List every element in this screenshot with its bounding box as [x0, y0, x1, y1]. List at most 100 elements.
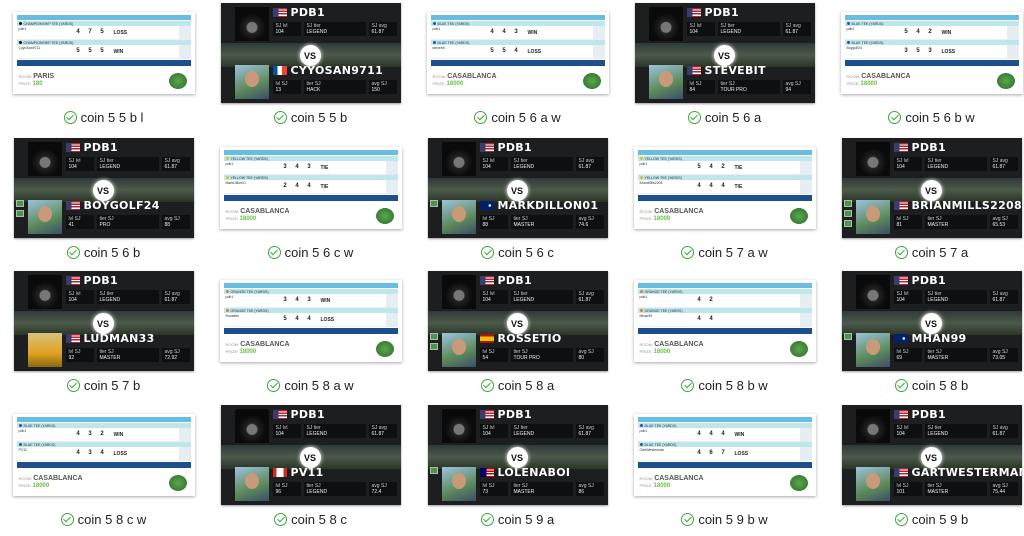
- file-item[interactable]: PDB1 SJ lvl 104 SJ tier LEGEND SJ avg 61.87 GAR…: [828, 402, 1024, 536]
- file-label[interactable]: coin 5 6 b: [0, 243, 207, 261]
- sync-check-icon: [481, 245, 495, 259]
- file-item[interactable]: PDB1 SJ lvl 104 SJ tier LEGEND SJ avg 61.87 BRI…: [828, 135, 1024, 269]
- thumbnail[interactable]: CHAMPIONSHIP TEE (YARDS) pdb1 4 7 5 LOSS CHAMP…: [0, 0, 207, 106]
- file-item[interactable]: PDB1 SJ lvl 104 SJ tier LEGEND SJ avg 61.87 ROS…: [414, 268, 621, 402]
- file-label[interactable]: coin 5 7 a: [828, 243, 1024, 261]
- file-label[interactable]: coin 5 6 a: [621, 108, 828, 126]
- file-item[interactable]: PDB1 SJ lvl 104 SJ tier LEGEND SJ avg 61.87 BOY…: [0, 135, 207, 269]
- file-item[interactable]: BLUE TEE (YARDS) pdb1 5 4 2 WIN BLUE TEE (YARD…: [828, 0, 1024, 134]
- file-label[interactable]: coin 5 8 c w: [0, 510, 207, 528]
- player-score-row: stevebit 5 5 4 LOSS: [430, 45, 605, 59]
- thumbnail[interactable]: ORANGE TEE (YARDS) pdb1 3 4 3 WIN ORANGE TEE (…: [207, 268, 414, 374]
- match-card-thumbnail: PDB1 SJ lvl 104 SJ tier LEGEND SJ avg 61.87 STE…: [634, 3, 815, 103]
- file-label[interactable]: coin 5 8 b: [828, 376, 1024, 394]
- file-label[interactable]: coin 5 5 b l: [0, 108, 207, 126]
- file-item[interactable]: YELLOW TEE (YARDS) pdb1 5 4 2 TIE YELLOW TEE (…: [621, 135, 828, 269]
- scorecard-thumbnail: YELLOW TEE (YARDS) pdb1 3 4 3 TIE YELLOW TEE (…: [219, 147, 402, 229]
- thumbnail[interactable]: BLUE TEE (YARDS) pdb1 4 4 4 WIN BLUE TEE (YARD…: [621, 402, 828, 508]
- course-logo-icon: [168, 475, 187, 491]
- thumbnail[interactable]: YELLOW TEE (YARDS) pdb1 5 4 2 TIE YELLOW TEE (…: [621, 135, 828, 241]
- hole-score: 2: [709, 297, 713, 303]
- file-item[interactable]: BLUE TEE (YARDS) pdb1 4 4 3 WIN BLUE TEE (YARD…: [414, 0, 621, 134]
- file-label[interactable]: coin 5 5 b: [207, 108, 414, 126]
- file-label[interactable]: coin 5 9 b: [828, 510, 1024, 528]
- player-name: pdb1: [639, 295, 648, 299]
- file-item[interactable]: BLUE TEE (YARDS) pdb1 4 4 4 WIN BLUE TEE (YARD…: [621, 402, 828, 536]
- thumbnail[interactable]: YELLOW TEE (YARDS) pdb1 3 4 3 TIE YELLOW TEE (…: [207, 135, 414, 241]
- stat-avg: SJ avg 61.87: [368, 22, 397, 36]
- file-label[interactable]: coin 5 8 c: [207, 510, 414, 528]
- file-label[interactable]: coin 5 8 a w: [207, 376, 414, 394]
- file-item[interactable]: ORANGE TEE (YARDS) pdb1 4 2 ORANGE TEE (YARD…: [621, 268, 828, 402]
- prize-line: PRIZE: 18000: [640, 215, 704, 223]
- file-label[interactable]: coin 5 8 a: [414, 376, 621, 394]
- thumbnail[interactable]: PDB1 SJ lvl 104 SJ tier LEGEND SJ avg 61.87 GAR…: [828, 402, 1024, 508]
- file-label[interactable]: coin 5 7 b: [0, 376, 207, 394]
- thumbnail[interactable]: PDB1 SJ lvl 104 SJ tier LEGEND SJ avg 61.87 BOY…: [0, 135, 207, 241]
- hole-scores: 5 5 5 WIN: [75, 48, 123, 56]
- thumbnail[interactable]: PDB1 SJ lvl 104 SJ tier LEGEND SJ avg 61.87 MHA…: [828, 268, 1024, 374]
- stat-tier: tier SJ MASTER: [96, 348, 159, 362]
- tee-marker-icon: [432, 41, 436, 44]
- file-item[interactable]: BLUE TEE (YARDS) pdb1 4 3 2 WIN BLUE TEE (YARD…: [0, 402, 207, 536]
- thumbnail[interactable]: PDB1 SJ lvl 104 SJ tier LEGEND SJ avg 61.87 CYY…: [207, 0, 414, 106]
- stat-value: LEGEND: [513, 164, 535, 170]
- stat-lvl: SJ lvl 104: [893, 157, 922, 171]
- player-name: MARKDILLON01: [497, 199, 599, 212]
- file-label[interactable]: coin 5 6 b w: [828, 108, 1024, 126]
- file-item[interactable]: PDB1 SJ lvl 104 SJ tier LEGEND SJ avg 61.87 STE…: [621, 0, 828, 134]
- file-item[interactable]: CHAMPIONSHIP TEE (YARDS) pdb1 4 7 5 LOSS CHAMP…: [0, 0, 207, 134]
- file-item[interactable]: PDB1 SJ lvl 104 SJ tier LEGEND SJ avg 61.87 MAR…: [414, 135, 621, 269]
- file-name: coin 5 8 c w: [77, 511, 147, 527]
- stat-value: LEGEND: [99, 297, 121, 303]
- thumbnail[interactable]: PDB1 SJ lvl 104 SJ tier LEGEND SJ avg 61.87 LUD…: [0, 268, 207, 374]
- thumbnail[interactable]: PDB1 SJ lvl 104 SJ tier LEGEND SJ avg 61.87 ROS…: [414, 268, 621, 374]
- file-label[interactable]: coin 5 6 c w: [207, 243, 414, 261]
- total-cell: [385, 180, 398, 194]
- tee-name: CHAMPIONSHIP TEE (YARDS): [23, 21, 74, 26]
- player-name: GartWesterman: [639, 448, 665, 452]
- file-item[interactable]: PDB1 SJ lvl 104 SJ tier LEGEND SJ avg 61.87 LUD…: [0, 268, 207, 402]
- thumbnail[interactable]: PDB1 SJ lvl 104 SJ tier LEGEND SJ avg 61.87 BRI…: [828, 135, 1024, 241]
- file-label[interactable]: coin 5 7 a w: [621, 243, 828, 261]
- thumbnail[interactable]: ORANGE TEE (YARDS) pdb1 4 2 ORANGE TEE (YARD…: [621, 268, 828, 374]
- file-label[interactable]: coin 5 9 a: [414, 510, 621, 528]
- room-prize-info: ROOM: CASABLANCA PRIZE: 18000: [640, 208, 704, 223]
- vs-badge: VS: [506, 447, 528, 468]
- file-item[interactable]: ORANGE TEE (YARDS) pdb1 3 4 3 WIN ORANGE TEE (…: [207, 268, 414, 402]
- thumbnail[interactable]: BLUE TEE (YARDS) pdb1 4 3 2 WIN BLUE TEE (YARD…: [0, 402, 207, 508]
- stat-tier: SJ tier LEGEND: [924, 424, 987, 438]
- player-name: Rossetio: [225, 314, 240, 318]
- stat-value: LEGEND: [306, 431, 328, 437]
- scorecard-thumbnail: BLUE TEE (YARDS) pdb1 4 4 4 WIN BLUE TEE (YARD…: [633, 414, 816, 496]
- file-item[interactable]: PDB1 SJ lvl 104 SJ tier LEGEND SJ avg 61.87 CYY…: [207, 0, 414, 134]
- thumbnail[interactable]: PDB1 SJ lvl 104 SJ tier LEGEND SJ avg 61.87 STE…: [621, 0, 828, 106]
- prize-label: PRIZE:: [18, 81, 32, 86]
- file-label[interactable]: coin 5 6 a w: [414, 108, 621, 126]
- file-item[interactable]: YELLOW TEE (YARDS) pdb1 3 4 3 TIE YELLOW TEE (…: [207, 135, 414, 269]
- file-label[interactable]: coin 5 6 c: [414, 243, 621, 261]
- room-line: ROOM: CASABLANCA: [19, 475, 83, 482]
- flag-us-icon: [272, 8, 287, 17]
- hole-score: 5: [283, 316, 287, 322]
- stat-lvl: lvl SJ 81: [893, 215, 922, 229]
- flag-fr-icon: [272, 66, 287, 75]
- file-label[interactable]: coin 5 9 b w: [621, 510, 828, 528]
- player-name: CYYOSAN9711: [290, 64, 384, 77]
- file-item[interactable]: PDB1 SJ lvl 104 SJ tier LEGEND SJ avg 61.87 PV1…: [207, 402, 414, 536]
- stat-tier: SJ tier LEGEND: [924, 157, 987, 171]
- thumbnail[interactable]: BLUE TEE (YARDS) pdb1 5 4 2 WIN BLUE TEE (YARD…: [828, 0, 1024, 106]
- file-item[interactable]: PDB1 SJ lvl 104 SJ tier LEGEND SJ avg 61.87 MHA…: [828, 268, 1024, 402]
- thumbnail[interactable]: PDB1 SJ lvl 104 SJ tier LEGEND SJ avg 61.87 MAR…: [414, 135, 621, 241]
- player-panel: PDB1 SJ lvl 104 SJ tier LEGEND SJ avg 61.87: [842, 407, 1022, 445]
- hole-score: 3: [514, 29, 518, 35]
- thumbnail[interactable]: PDB1 SJ lvl 104 SJ tier LEGEND SJ avg 61.87 LOL…: [414, 402, 621, 508]
- stat-avg: avg SJ 150: [368, 80, 397, 94]
- player-panel: PDB1 SJ lvl 104 SJ tier LEGEND SJ avg 61.87: [14, 273, 194, 311]
- stat-value: 104: [482, 164, 491, 170]
- thumbnail[interactable]: PDB1 SJ lvl 104 SJ tier LEGEND SJ avg 61.87 PV1…: [207, 402, 414, 508]
- thumbnail[interactable]: BLUE TEE (YARDS) pdb1 4 4 3 WIN BLUE TEE (YARD…: [414, 0, 621, 106]
- file-item[interactable]: PDB1 SJ lvl 104 SJ tier LEGEND SJ avg 61.87 LOL…: [414, 402, 621, 536]
- file-label[interactable]: coin 5 8 b w: [621, 376, 828, 394]
- prize-label: PRIZE:: [639, 216, 653, 221]
